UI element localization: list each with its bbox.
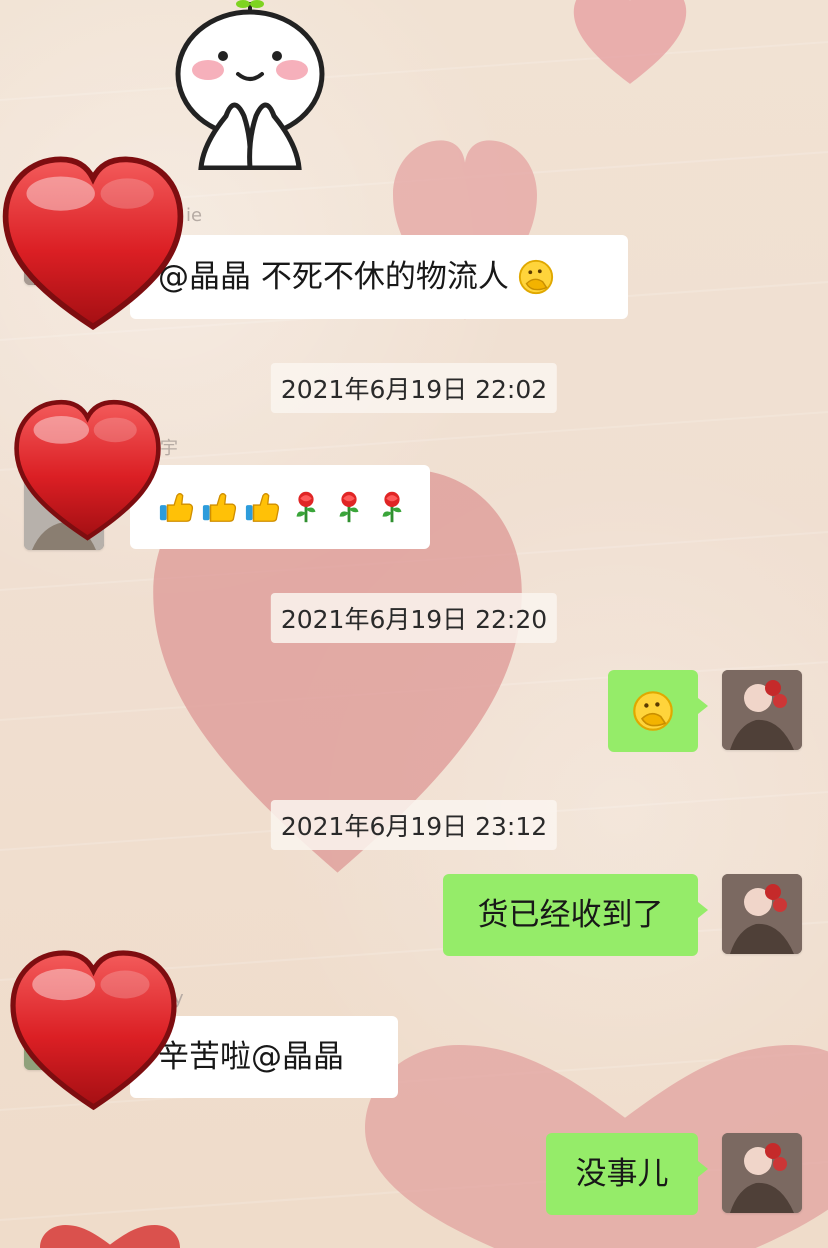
background-heart-icon xyxy=(40,1225,180,1248)
emoji-row xyxy=(158,488,411,526)
outgoing-message-bubble[interactable] xyxy=(608,670,708,752)
sender-name: ie xyxy=(186,205,203,226)
avatar[interactable] xyxy=(722,874,802,954)
timestamp: 2021年6月19日 22:20 xyxy=(270,593,558,643)
background-heart-icon xyxy=(573,0,687,84)
hand-over-mouth-icon xyxy=(518,259,553,295)
timestamp: 2021年6月19日 23:12 xyxy=(270,800,558,850)
red-heart-icon xyxy=(2,156,184,331)
dumpling-sticker-icon xyxy=(175,0,325,170)
message-text: 没事儿 xyxy=(575,1155,669,1192)
thumbs-up-icon xyxy=(245,493,280,522)
incoming-message-bubble[interactable] xyxy=(130,465,430,549)
incoming-message-bubble[interactable]: @晶晶 不死不休的物流人 xyxy=(130,235,628,319)
rose-icon xyxy=(382,491,402,523)
timestamp: 2021年6月19日 22:02 xyxy=(270,363,558,413)
message-text: @晶晶 不死不休的物流人 xyxy=(158,258,509,295)
avatar[interactable] xyxy=(722,1133,802,1213)
rose-icon xyxy=(339,491,359,523)
outgoing-message-bubble[interactable]: 没事儿 xyxy=(546,1133,708,1215)
avatar-photo-icon xyxy=(722,1133,802,1213)
hand-over-mouth-icon xyxy=(633,691,673,731)
outgoing-message-bubble[interactable]: 货已经收到了 xyxy=(443,874,708,956)
red-heart-icon xyxy=(10,950,177,1111)
avatar[interactable] xyxy=(722,670,802,750)
thumbs-up-icon xyxy=(202,493,237,522)
avatar-photo-icon xyxy=(722,670,802,750)
rose-icon xyxy=(296,491,316,523)
avatar-photo-icon xyxy=(722,874,802,954)
message-text: 货已经收到了 xyxy=(477,896,664,933)
red-heart-icon xyxy=(14,399,161,541)
message-text: 辛苦啦@晶晶 xyxy=(158,1038,344,1075)
